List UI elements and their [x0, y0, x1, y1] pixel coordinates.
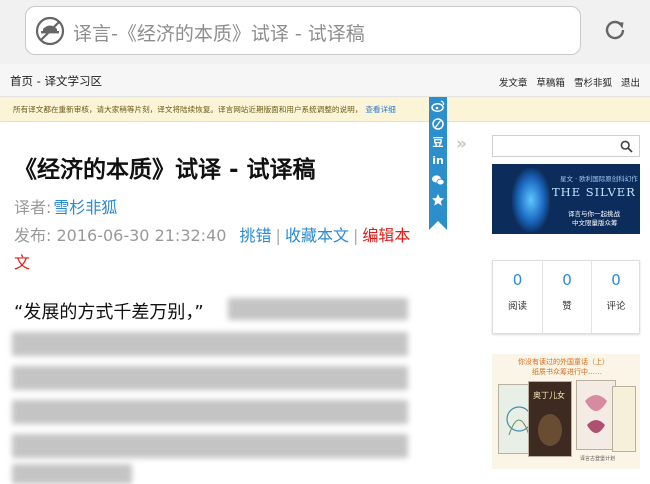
ad-small-text: 星文 · 欧利国际原创科幻作	[560, 175, 638, 183]
book-cover-image: 奥丁儿女	[528, 381, 572, 457]
book-cover-image	[612, 386, 636, 452]
address-bar[interactable]: 译言-《经济的本质》试译 - 试译稿	[25, 6, 581, 55]
share-ribbon: 豆 in	[429, 97, 447, 230]
notice-details-link[interactable]: 查看详细	[365, 105, 395, 114]
post-article-link[interactable]: 发文章	[499, 78, 528, 89]
article-first-line: “发展的方式千差万别，”	[14, 302, 204, 323]
translator-label: 译者:	[14, 198, 52, 217]
likes-count: 0	[562, 271, 572, 289]
ad-headline: THE SILVER CORD	[552, 185, 640, 199]
logout-link[interactable]: 退出	[621, 78, 640, 89]
collapse-sidebar-chevron-icon[interactable]: »	[456, 134, 467, 154]
qzone-icon[interactable]	[430, 117, 446, 133]
silver-cord-ad-banner[interactable]: 星文 · 欧利国际原创科幻作 THE SILVER CORD 译言与你一起挑战 …	[492, 164, 640, 234]
separator: |	[275, 226, 281, 245]
page-title-in-address-bar: 译言-《经济的本质》试译 - 试译稿	[73, 23, 365, 45]
reload-icon[interactable]	[601, 16, 629, 44]
report-error-link[interactable]: 挑错	[240, 226, 272, 245]
notice-text-line: 所有译文都在重新审核，请大家稍等片刻，译文将陆续恢复。译言网站近期版面和用户系统…	[13, 104, 396, 115]
published-datetime: 2016-06-30 21:32:40	[56, 226, 227, 245]
ad-figure-image	[512, 168, 550, 232]
site-navbar: 首页 - 译文学习区 发文章 草稿箱 雪杉非狐 退出	[0, 64, 650, 97]
douban-icon[interactable]: 豆	[430, 135, 446, 151]
reads-count: 0	[512, 271, 523, 289]
sidebar: 星文 · 欧利国际原创科幻作 THE SILVER CORD 译言与你一起挑战 …	[480, 122, 650, 484]
ad-line-2: 中文限量版众筹	[572, 219, 618, 227]
book-cover-image	[576, 380, 616, 450]
comments-label: 评论	[606, 301, 626, 312]
username-link[interactable]: 雪杉非狐	[574, 78, 612, 89]
favorite-link[interactable]: 收藏本文	[285, 226, 349, 245]
comments-stat[interactable]: 0 评论	[591, 261, 640, 333]
fairy-tale-crowdfunding-ad[interactable]: 你没有读过的外国童话（上） 纸质书众筹进行中…… 奥丁儿女 译言古登堡计划	[492, 354, 640, 469]
favorite-star-icon[interactable]	[430, 193, 446, 209]
comments-count: 0	[611, 271, 621, 289]
likes-stat[interactable]: 0 赞	[542, 261, 591, 333]
notice-message: 所有译文都在重新审核，请大家稍等片刻，译文将陆续恢复。译言网站近期版面和用户系统…	[13, 105, 363, 114]
drafts-link[interactable]: 草稿箱	[536, 78, 565, 89]
article: 《经济的本质》试译 - 试译稿 译者: 雪杉非狐 发布: 2016-06-30 2…	[0, 122, 428, 484]
translator-link[interactable]: 雪杉非狐	[53, 198, 117, 217]
search-icon[interactable]	[620, 140, 633, 153]
translator-line: 译者: 雪杉非狐	[14, 194, 117, 218]
notice-banner: 所有译文都在重新审核，请大家稍等片刻，译文将陆续恢复。译言网站近期版面和用户系统…	[0, 97, 650, 122]
ad2-publisher: 译言古登堡计划	[580, 456, 616, 462]
ad2-line-1: 你没有读过的外国童话（上）	[518, 358, 609, 366]
ad2-line-2: 纸质书众筹进行中……	[532, 368, 602, 376]
reads-stat: 0 阅读	[493, 261, 542, 333]
user-links: 发文章 草稿箱 雪杉非狐 退出	[493, 75, 640, 89]
publish-line: 发布: 2016-06-30 21:32:40 挑错 | 收藏本文 | 编辑本文	[14, 222, 419, 276]
reads-label: 阅读	[507, 301, 527, 312]
likes-label: 赞	[562, 301, 572, 312]
browser-toolbar: 译言-《经济的本质》试译 - 试译稿	[0, 0, 650, 64]
linkedin-icon[interactable]: in	[430, 153, 446, 169]
wechat-icon[interactable]	[430, 173, 446, 189]
article-stats: 0 阅读 0 赞 0 评论	[492, 260, 640, 334]
published-label: 发布:	[14, 226, 52, 245]
sidebar-search-input[interactable]	[492, 135, 640, 157]
separator: |	[352, 226, 359, 245]
breadcrumb[interactable]: 首页 - 译文学习区	[10, 73, 102, 89]
no-tracking-icon	[35, 16, 65, 46]
article-title: 《经济的本质》试译 - 试译稿	[14, 157, 316, 183]
weibo-icon[interactable]	[430, 99, 446, 115]
